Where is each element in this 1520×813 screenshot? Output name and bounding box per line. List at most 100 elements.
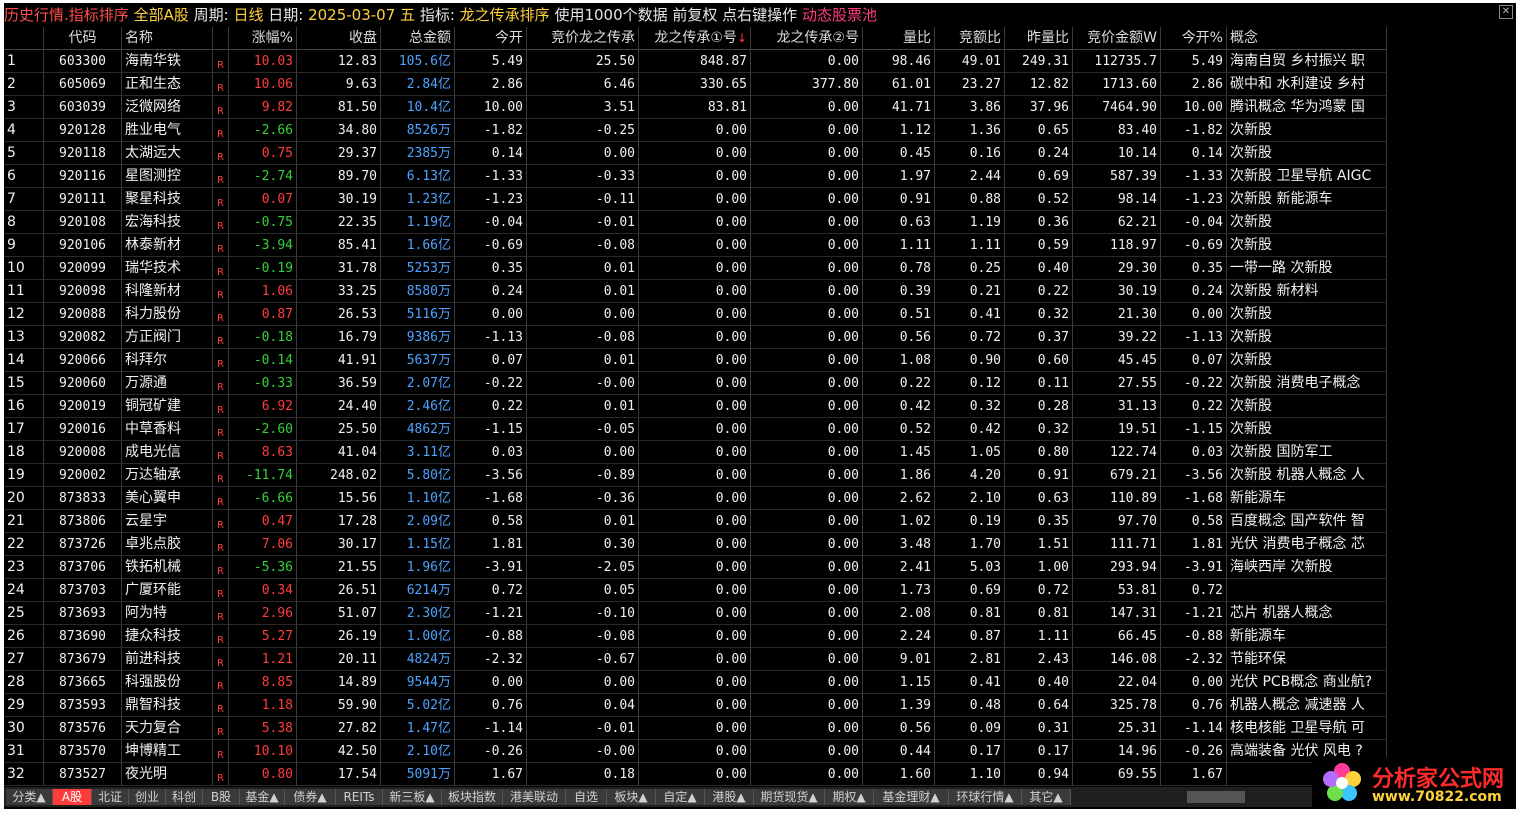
- auction-amount-ratio-cell: 0.41: [935, 671, 1005, 694]
- auction-dragon-cell: -0.11: [527, 188, 639, 211]
- column-header-dragon-1[interactable]: 龙之传承①号↓: [639, 27, 751, 50]
- open-change-cell: -1.23: [455, 188, 527, 211]
- stock-code-cell: 920111: [44, 188, 122, 211]
- market-tab[interactable]: 创业: [129, 789, 166, 805]
- prev-volume-ratio-cell: 12.82: [1005, 73, 1073, 96]
- history-ranking-title: 历史行情.指标排序: [4, 6, 129, 24]
- auction-amount-ratio-cell: 2.10: [935, 487, 1005, 510]
- stock-code-cell: 873679: [44, 648, 122, 671]
- dragon-1-cell: 0.00: [639, 464, 751, 487]
- market-tab[interactable]: B股: [203, 789, 240, 805]
- market-tab[interactable]: 港股▲: [705, 789, 754, 805]
- volume-ratio-cell: 1.12: [863, 119, 935, 142]
- market-tab[interactable]: 其它▲: [1022, 789, 1071, 805]
- close-price-cell: 81.50: [297, 96, 381, 119]
- change-pct-cell: 2.96: [229, 602, 297, 625]
- horizontal-scrollbar[interactable]: [1187, 791, 1245, 803]
- market-tab[interactable]: 分类▲: [6, 789, 53, 805]
- close-icon[interactable]: ✕: [1499, 5, 1513, 19]
- close-price-cell: 42.50: [297, 740, 381, 763]
- column-header-close-price[interactable]: 收盘: [297, 27, 381, 50]
- row-number-cell: 27: [4, 648, 44, 671]
- open-change-cell: 2.86: [455, 73, 527, 96]
- market-tab[interactable]: 基金▲: [240, 789, 285, 805]
- open-change-cell: 0.72: [455, 579, 527, 602]
- period-value[interactable]: 日线: [233, 6, 263, 24]
- market-tab[interactable]: 债券▲: [285, 789, 336, 805]
- column-header-concept[interactable]: 概念: [1227, 27, 1387, 50]
- dragon-1-cell: 0.00: [639, 326, 751, 349]
- dragon-1-cell: 0.00: [639, 625, 751, 648]
- open-change-cell: 0.76: [455, 694, 527, 717]
- stock-name-cell: 聚星科技: [122, 188, 213, 211]
- auction-dragon-cell: -0.00: [527, 740, 639, 763]
- column-header-stock-code[interactable]: 代码: [44, 27, 122, 50]
- volume-ratio-cell: 41.71: [863, 96, 935, 119]
- total-amount-cell: 8526万: [381, 119, 455, 142]
- market-tab[interactable]: 板块▲: [607, 789, 656, 805]
- volume-ratio-cell: 1.97: [863, 165, 935, 188]
- column-header-total-amount[interactable]: 总金额: [381, 27, 455, 50]
- total-amount-cell: 1.23亿: [381, 188, 455, 211]
- volume-ratio-cell: 0.22: [863, 372, 935, 395]
- auction-amount-ratio-cell: 0.90: [935, 349, 1005, 372]
- r-mark-cell: R: [213, 625, 229, 648]
- change-pct-cell: 6.92: [229, 395, 297, 418]
- date-value[interactable]: 2025-03-07 五: [308, 6, 415, 24]
- column-header-change-pct[interactable]: 涨幅%: [229, 27, 297, 50]
- stock-code-cell: 873593: [44, 694, 122, 717]
- auction-amount-w-cell: 83.40: [1073, 119, 1161, 142]
- indicator-value[interactable]: 龙之传承排序: [460, 6, 550, 24]
- row-number-cell: 26: [4, 625, 44, 648]
- volume-ratio-cell: 9.01: [863, 648, 935, 671]
- market-tab[interactable]: 期货现货▲: [754, 789, 825, 805]
- column-header-stock-name[interactable]: 名称: [122, 27, 213, 50]
- column-header-label: 竞额比: [959, 30, 1001, 46]
- open-pct-cell: -2.32: [1161, 648, 1227, 671]
- row-number-cell: 22: [4, 533, 44, 556]
- market-selector[interactable]: 全部A股: [134, 6, 189, 24]
- row-number-cell: 32: [4, 763, 44, 786]
- concept-cell: 次新股: [1227, 234, 1387, 257]
- auction-dragon-cell: -0.08: [527, 234, 639, 257]
- dragon-2-cell: 0.00: [751, 142, 863, 165]
- dragon-1-cell: 0.00: [639, 579, 751, 602]
- auction-dragon-cell: -0.08: [527, 326, 639, 349]
- column-header-auction-dragon[interactable]: 竞价龙之传承: [527, 27, 639, 50]
- auction-amount-w-cell: 19.51: [1073, 418, 1161, 441]
- column-header-prev-volume-ratio[interactable]: 昨量比: [1005, 27, 1073, 50]
- market-tab[interactable]: 港美联动: [503, 789, 566, 805]
- volume-ratio-cell: 1.86: [863, 464, 935, 487]
- stock-name-cell: 捷众科技: [122, 625, 213, 648]
- column-header-auction-amount-ratio[interactable]: 竞额比: [935, 27, 1005, 50]
- market-tab[interactable]: 自选: [566, 789, 607, 805]
- market-tab[interactable]: 环球行情▲: [949, 789, 1022, 805]
- open-pct-cell: -1.13: [1161, 326, 1227, 349]
- column-header-volume-ratio[interactable]: 量比: [863, 27, 935, 50]
- open-pct-cell: -0.04: [1161, 211, 1227, 234]
- column-header-open-change[interactable]: 今开: [455, 27, 527, 50]
- market-tab[interactable]: REITs: [336, 789, 383, 805]
- column-header-open-pct[interactable]: 今开%: [1161, 27, 1227, 50]
- concept-cell: 一带一路 次新股: [1227, 257, 1387, 280]
- auction-amount-w-cell: 25.31: [1073, 717, 1161, 740]
- dragon-1-cell: 0.00: [639, 648, 751, 671]
- auction-amount-ratio-cell: 0.17: [935, 740, 1005, 763]
- market-tab[interactable]: 新三板▲: [383, 789, 442, 805]
- stock-code-cell: 920088: [44, 303, 122, 326]
- dragon-1-cell: 0.00: [639, 142, 751, 165]
- total-amount-cell: 10.4亿: [381, 96, 455, 119]
- market-tab[interactable]: 基金理财▲: [874, 789, 949, 805]
- dragon-1-cell: 848.87: [639, 50, 751, 73]
- dragon-2-cell: 0.00: [751, 694, 863, 717]
- market-tab[interactable]: 科创: [166, 789, 203, 805]
- total-amount-cell: 5.02亿: [381, 694, 455, 717]
- market-tab[interactable]: 北证: [92, 789, 129, 805]
- column-header-auction-amount-w[interactable]: 竞价金额W: [1073, 27, 1161, 50]
- market-tab[interactable]: 自定▲: [656, 789, 705, 805]
- market-tab[interactable]: 期权▲: [825, 789, 874, 805]
- column-header-dragon-2[interactable]: 龙之传承②号: [751, 27, 863, 50]
- market-tab[interactable]: A股: [53, 789, 92, 805]
- market-tab[interactable]: 板块指数: [442, 789, 503, 805]
- dynamic-stock-pool-link[interactable]: 动态股票池: [802, 6, 877, 24]
